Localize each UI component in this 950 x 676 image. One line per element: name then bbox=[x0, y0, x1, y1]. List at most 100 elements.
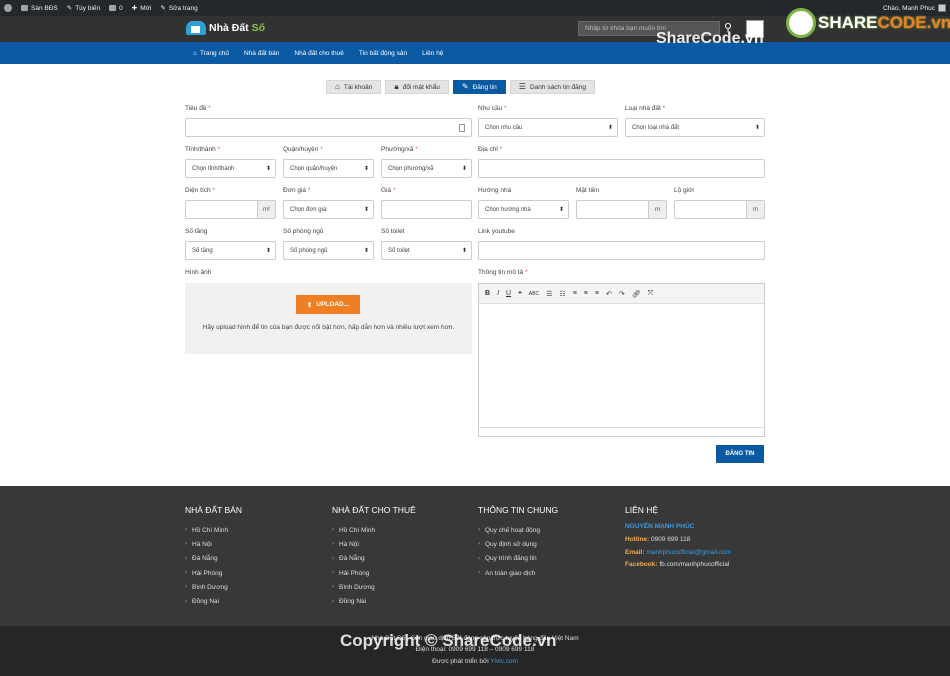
footer-link[interactable]: › Quy trình đăng tin bbox=[478, 552, 558, 566]
chevron-right-icon: › bbox=[185, 570, 187, 577]
strikethrough-icon[interactable]: ABC bbox=[529, 291, 539, 297]
footer-link[interactable]: › Hải Phòng bbox=[185, 566, 242, 580]
district-select[interactable]: Chọn quận/huyện bbox=[283, 159, 374, 178]
frontage-field[interactable]: m bbox=[576, 200, 667, 219]
property-type-select[interactable]: Chọn loại nhà đất bbox=[625, 118, 765, 137]
ward-select[interactable]: Chọn phường/xã bbox=[381, 159, 472, 178]
nav-item-news[interactable]: Tin bất động sản bbox=[359, 50, 407, 57]
ward-label: Phường/xã * bbox=[381, 146, 418, 153]
road-width-field[interactable]: m bbox=[674, 200, 765, 219]
footer-link[interactable]: › Đồng Nai bbox=[332, 594, 416, 608]
toilets-label: Số toilet bbox=[381, 228, 405, 235]
need-select[interactable]: Chọn nhu cầu bbox=[478, 118, 618, 137]
title-field[interactable] bbox=[185, 118, 472, 137]
brush-icon: ✎ bbox=[66, 5, 73, 12]
editor-resize-handle[interactable] bbox=[479, 428, 764, 436]
numbered-list-icon[interactable]: ☷ bbox=[559, 290, 565, 298]
nav-item-rent[interactable]: Nhà đất cho thuê bbox=[294, 50, 344, 57]
price-unit-select[interactable]: Chọn đơn giá bbox=[283, 200, 374, 219]
contact-hotline: Hotline: 0909 699 118 bbox=[625, 536, 691, 543]
bullet-list-icon[interactable]: ☰ bbox=[546, 290, 552, 298]
footer-link[interactable]: › Đà Nẵng bbox=[332, 552, 416, 566]
floors-select[interactable]: Số tầng bbox=[185, 241, 276, 260]
footer-heading: NHÀ ĐẤT BÁN bbox=[185, 505, 242, 515]
footer-heading: LIÊN HỆ bbox=[625, 505, 659, 515]
edit-page-link[interactable]: ✎ Sửa trang bbox=[160, 4, 197, 13]
home-icon: ⌂ bbox=[193, 49, 197, 57]
bedrooms-select[interactable]: Số phòng ngủ bbox=[283, 241, 374, 260]
align-center-icon[interactable]: ≡ bbox=[584, 290, 588, 297]
customize-link[interactable]: ✎ Tùy biến bbox=[66, 4, 100, 13]
area-label: Diện tích * bbox=[185, 187, 215, 194]
tab-change-password[interactable]: 🔒︎ đổi mật khẩu bbox=[385, 80, 449, 94]
province-label: Tỉnh/thành * bbox=[185, 146, 221, 153]
new-content-link[interactable]: ✚ Mới bbox=[132, 4, 152, 13]
chevron-right-icon: › bbox=[185, 527, 187, 534]
direction-select[interactable]: Chọn hướng nhà bbox=[478, 200, 569, 219]
chevron-right-icon: › bbox=[478, 555, 480, 562]
province-select[interactable]: Chọn tỉnh/thành bbox=[185, 159, 276, 178]
upload-button[interactable]: ⬆ UPLOAD... bbox=[296, 295, 360, 314]
footer-col-info: THÔNG TIN CHUNG › Quy chế hoạt động › Quy … bbox=[478, 505, 558, 580]
footer-link[interactable]: › Hồ Chí Minh bbox=[332, 523, 416, 537]
bold-icon[interactable]: B bbox=[485, 290, 490, 297]
editor-toolbar: B I U ❝ ABC ☰ ☷ ≡ ≡ ≡ ↶ ↷ 🔗︎ ⤧ bbox=[479, 284, 764, 304]
footer-link[interactable]: › Bình Dương bbox=[332, 580, 416, 594]
undo-icon[interactable]: ↶ bbox=[606, 290, 612, 298]
footer-link[interactable]: › Bình Dương bbox=[185, 580, 242, 594]
footer-link[interactable]: › Quy chế hoạt động bbox=[478, 523, 558, 537]
chevron-right-icon: › bbox=[332, 555, 334, 562]
contact-facebook[interactable]: Facebook: fb.com/manhphucofficial bbox=[625, 561, 731, 574]
watermark-logo-accent: CODE.vn bbox=[877, 13, 950, 32]
footer-link[interactable]: › Quy định sử dụng bbox=[478, 537, 558, 551]
contact-email[interactable]: Email: manhphucofficial@gmail.com bbox=[625, 549, 731, 562]
tab-listing-list[interactable]: ☰ Danh sách tin đăng bbox=[509, 80, 595, 94]
main-nav: ⌂ Trang chủ Nhà đất bán Nhà đất cho thuê … bbox=[0, 42, 950, 64]
tab-post-listing[interactable]: ✎ Đăng tin bbox=[452, 80, 506, 94]
footer-link[interactable]: › Hà Nội bbox=[332, 537, 416, 551]
property-type-label: Loại nhà đất * bbox=[625, 105, 666, 112]
home-icon bbox=[21, 5, 28, 11]
contact-name: NGUYỄN MẠNH PHÚC bbox=[625, 523, 695, 530]
tab-account[interactable]: ⌂ Tài khoản bbox=[326, 80, 382, 94]
toilets-select[interactable]: Số toilet bbox=[381, 241, 472, 260]
comments-link[interactable]: 0 bbox=[109, 5, 123, 12]
footer-link[interactable]: › Hồ Chí Minh bbox=[185, 523, 242, 537]
address-field[interactable] bbox=[478, 159, 765, 178]
developer-link[interactable]: Yivic.com bbox=[490, 658, 518, 665]
editor-textarea[interactable] bbox=[479, 304, 764, 428]
youtube-field[interactable] bbox=[478, 241, 765, 260]
chevron-right-icon: › bbox=[332, 584, 334, 591]
link-icon[interactable]: 🔗︎ bbox=[632, 290, 641, 298]
nav-item-home[interactable]: ⌂ Trang chủ bbox=[193, 50, 229, 57]
district-label: Quận/huyện * bbox=[283, 146, 323, 153]
road-width-label: Lộ giới bbox=[674, 187, 694, 194]
footer-link[interactable]: › Đồng Nai bbox=[185, 594, 242, 608]
logo-accent-text: Số bbox=[251, 22, 266, 34]
italic-icon[interactable]: I bbox=[497, 290, 499, 297]
chevron-right-icon: › bbox=[478, 541, 480, 548]
footer-heading: NHÀ ĐẤT CHO THUÊ bbox=[332, 505, 416, 515]
nav-item-sale[interactable]: Nhà đất bán bbox=[244, 50, 279, 57]
align-left-icon[interactable]: ≡ bbox=[573, 290, 577, 297]
site-name-link[interactable]: Sàn BĐS bbox=[21, 5, 58, 12]
redo-icon[interactable]: ↷ bbox=[619, 290, 625, 298]
document-icon bbox=[459, 124, 465, 132]
lock-icon: 🔒︎ bbox=[394, 82, 399, 91]
align-right-icon[interactable]: ≡ bbox=[595, 290, 599, 297]
price-field[interactable] bbox=[381, 200, 472, 219]
area-field[interactable]: m² bbox=[185, 200, 276, 219]
wordpress-logo-icon[interactable] bbox=[4, 4, 12, 12]
footer-link[interactable]: › Hà Nội bbox=[185, 537, 242, 551]
nav-item-contact[interactable]: Liên hệ bbox=[422, 50, 443, 57]
footer-link[interactable]: › An toàn giao dịch bbox=[478, 566, 558, 580]
site-logo[interactable]: Nhà Đất Số bbox=[186, 21, 265, 35]
list-icon: ☰ bbox=[518, 82, 526, 91]
underline-icon[interactable]: U bbox=[506, 290, 511, 297]
footer-link[interactable]: › Đà Nẵng bbox=[185, 552, 242, 566]
submit-button[interactable]: ĐĂNG TIN bbox=[716, 445, 764, 463]
fullscreen-icon[interactable]: ⤧ bbox=[648, 290, 654, 298]
footer-link[interactable]: › Hải Phòng bbox=[332, 566, 416, 580]
edit-icon: ✎ bbox=[461, 82, 469, 91]
quote-icon[interactable]: ❝ bbox=[518, 290, 522, 298]
